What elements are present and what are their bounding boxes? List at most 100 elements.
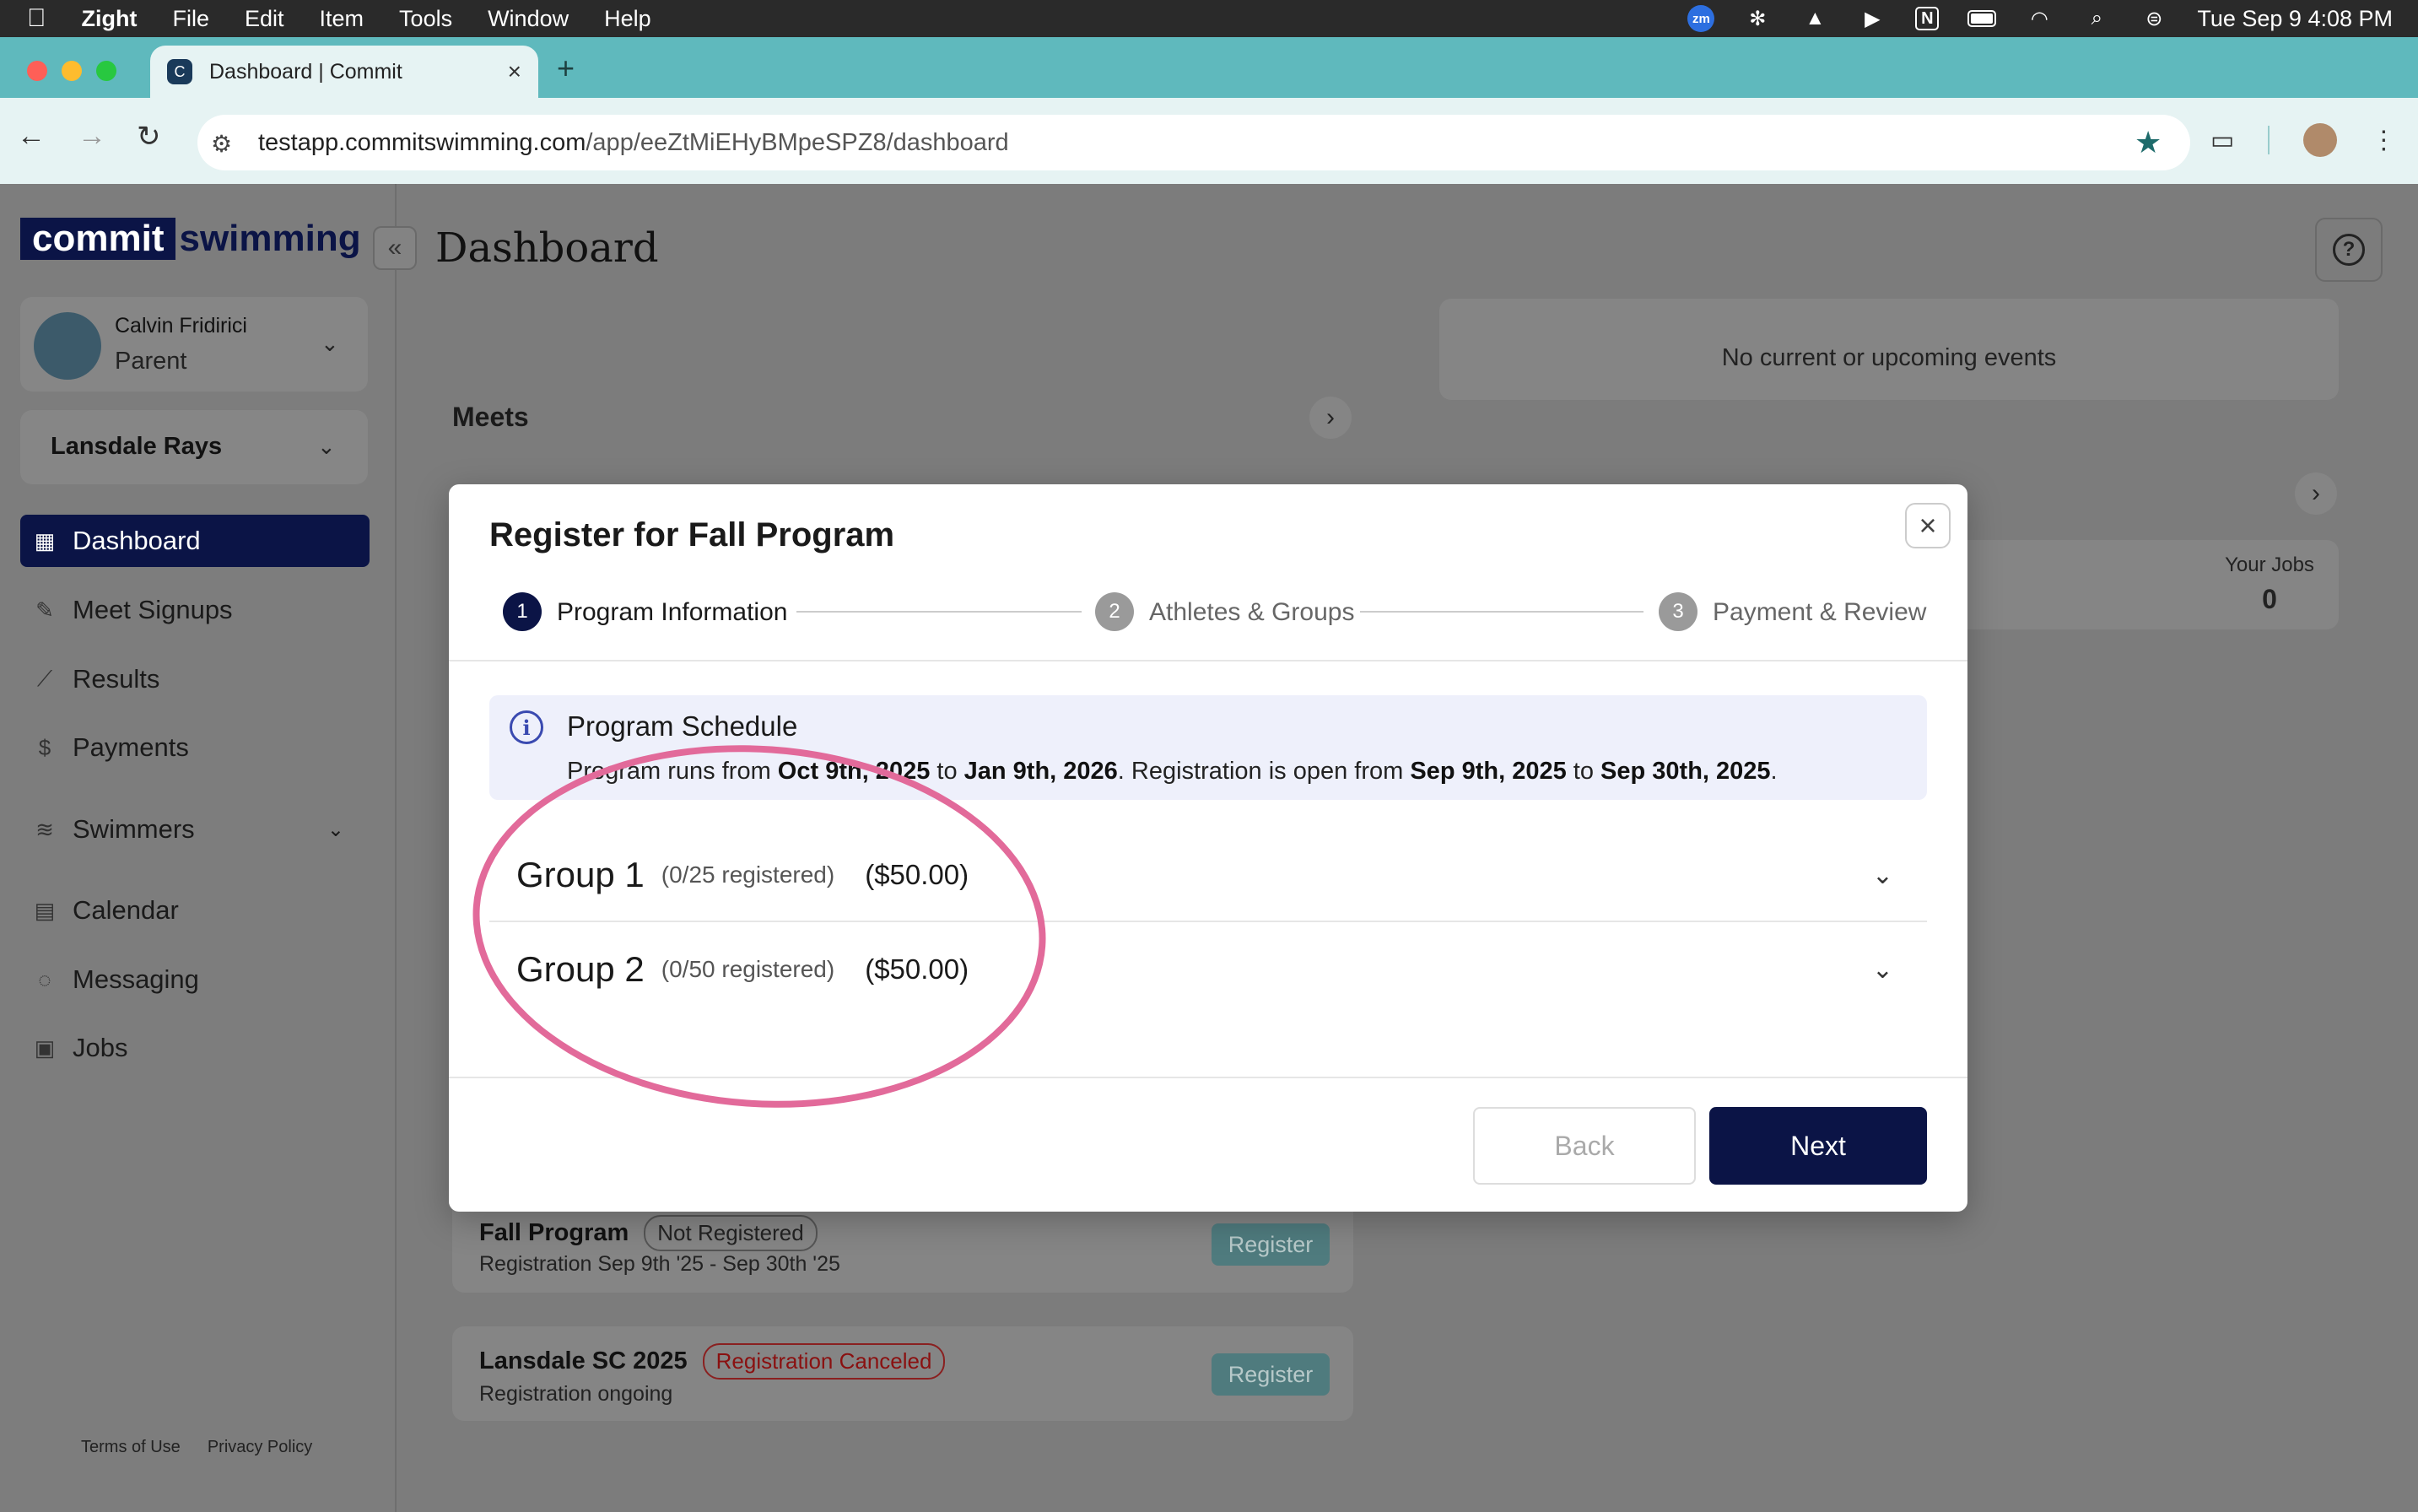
register-button[interactable]: Register: [1212, 1223, 1330, 1266]
help-button[interactable]: ?: [2315, 218, 2383, 282]
notion-icon[interactable]: N: [1915, 7, 1940, 30]
avatar: [34, 312, 101, 380]
sidebar-item-dashboard[interactable]: ▦ Dashboard: [20, 515, 370, 567]
sidebar-item-meet-signups[interactable]: ✎ Meet Signups: [20, 584, 370, 636]
sidebar-item-messaging[interactable]: ◌ Messaging: [20, 953, 370, 1006]
grid-icon: ▦: [34, 527, 56, 554]
sidebar-item-swimmers[interactable]: ≋ Swimmers ⌄: [20, 803, 370, 856]
user-role: Parent: [115, 348, 187, 375]
close-icon[interactable]: ×: [1905, 503, 1951, 548]
reload-icon[interactable]: ↻: [137, 120, 161, 154]
sidebar-item-payments[interactable]: $ Payments: [20, 721, 370, 774]
privacy-link[interactable]: Privacy Policy: [208, 1438, 312, 1457]
menu-edit[interactable]: Edit: [245, 6, 284, 32]
profile-avatar[interactable]: [2303, 123, 2338, 157]
window-minimize-button[interactable]: [62, 61, 82, 81]
menu-window[interactable]: Window: [488, 6, 569, 32]
terms-link[interactable]: Terms of Use: [81, 1438, 181, 1457]
window-close-button[interactable]: [27, 61, 47, 81]
commit-favicon-icon: C: [167, 59, 192, 84]
new-tab-button[interactable]: +: [557, 51, 575, 86]
tab-close-icon[interactable]: ×: [508, 58, 521, 85]
info-text: to: [1566, 758, 1601, 785]
menu-file[interactable]: File: [172, 6, 209, 32]
group-name: Group 2: [516, 949, 645, 989]
chevron-down-icon[interactable]: ⌄: [1872, 861, 1893, 890]
group-divider: [489, 921, 1927, 922]
info-text: . Registration is open from: [1117, 758, 1411, 785]
user-name: Calvin Fridirici: [115, 314, 247, 338]
group-registered-count: (0/50 registered): [661, 956, 835, 982]
meets-heading: Meets: [452, 402, 529, 432]
sidebar-item-calendar[interactable]: ▤ Calendar: [20, 884, 370, 937]
window-zoom-button[interactable]: [96, 61, 116, 81]
chat-icon: ◌: [38, 966, 51, 992]
modal-divider: [449, 1077, 1967, 1078]
back-button[interactable]: Back: [1473, 1107, 1696, 1185]
section-next-button[interactable]: ›: [2295, 472, 2337, 515]
modal-title: Register for Fall Program: [489, 516, 895, 554]
snowflake-icon[interactable]: ✻: [1743, 6, 1772, 31]
sidebar-item-jobs[interactable]: ▣ Jobs: [20, 1022, 370, 1074]
search-icon[interactable]: ⌕: [2082, 6, 2111, 31]
bookmark-star-icon[interactable]: ★: [2135, 125, 2162, 160]
apple-icon[interactable]: : [27, 4, 46, 33]
back-arrow-icon[interactable]: ←: [17, 120, 46, 153]
warning-icon[interactable]: ▲: [1800, 6, 1829, 31]
more-menu-icon[interactable]: ⋮: [2371, 126, 2396, 155]
meets-next-button[interactable]: ›: [1309, 397, 1352, 439]
swimmers-icon: ≋: [35, 816, 54, 842]
menu-app-name[interactable]: Zight: [82, 6, 138, 32]
step-3-label: Payment & Review: [1713, 598, 1927, 626]
calendar-icon: ▤: [34, 897, 56, 923]
commit-swimming-logo[interactable]: commit swimming: [20, 218, 361, 260]
toolbar-divider: [2268, 126, 2270, 154]
menu-datetime[interactable]: Tue Sep 9 4:08 PM: [2197, 6, 2393, 32]
program-end-date: Jan 9th, 2026: [963, 758, 1118, 785]
group-row[interactable]: Group 2 (0/50 registered) ($50.00) ⌄: [489, 923, 1927, 1016]
step-1-indicator: 1: [503, 592, 542, 631]
group-price: ($50.00): [865, 859, 969, 890]
menu-item[interactable]: Item: [320, 6, 364, 32]
step-2-indicator: 2: [1095, 592, 1134, 631]
reading-list-icon[interactable]: ▭: [2210, 126, 2234, 155]
zoom-icon[interactable]: zm: [1687, 5, 1715, 32]
wifi-icon[interactable]: ◠: [2025, 6, 2054, 31]
chevron-right-icon: ›: [1326, 403, 1335, 431]
menu-tools[interactable]: Tools: [399, 6, 452, 32]
step-connector: [796, 611, 1082, 613]
next-button[interactable]: Next: [1709, 1107, 1927, 1185]
play-icon[interactable]: ▶: [1858, 6, 1886, 31]
browser-tab[interactable]: C Dashboard | Commit ×: [150, 46, 538, 98]
battery-icon[interactable]: [1967, 6, 1997, 31]
chevron-down-icon[interactable]: ⌄: [1872, 955, 1893, 985]
program-header: Lansdale SC 2025 Registration Canceled: [479, 1343, 946, 1380]
program-registration-dates: Registration Sep 9th '25 - Sep 30th '25: [479, 1252, 840, 1276]
forward-arrow-icon[interactable]: →: [78, 120, 106, 153]
step-connector: [1360, 611, 1643, 613]
sidebar-item-label: Swimmers: [73, 814, 195, 844]
status-badge: Registration Canceled: [702, 1343, 946, 1380]
team-name: Lansdale Rays: [51, 433, 223, 460]
tab-title: Dashboard | Commit: [209, 59, 402, 84]
address-bar[interactable]: testapp.commitswimming.com/app/eeZtMiEHy…: [197, 115, 2190, 170]
info-text: .: [1770, 758, 1778, 785]
control-center-icon[interactable]: ⊜: [2140, 6, 2168, 31]
sidebar-item-results[interactable]: ⟋ Results: [20, 653, 370, 705]
registration-start-date: Sep 9th, 2025: [1410, 758, 1567, 785]
toolbar-right: ▭ ⋮: [2210, 123, 2396, 157]
url-path: /app/eeZtMiEHyBMpeSPZ8/dashboard: [586, 128, 1009, 156]
url-host: testapp.commitswimming.com: [258, 128, 586, 156]
chevron-down-icon[interactable]: ⌄: [317, 434, 336, 460]
collapse-sidebar-button[interactable]: «: [373, 226, 417, 270]
program-name: Lansdale SC 2025: [479, 1347, 688, 1374]
menu-help[interactable]: Help: [604, 6, 651, 32]
site-settings-icon[interactable]: ⚙: [211, 130, 232, 158]
chevron-down-icon[interactable]: ⌄: [321, 331, 339, 357]
program-start-date: Oct 9th, 2025: [777, 758, 931, 785]
info-title: Program Schedule: [567, 710, 798, 742]
register-button[interactable]: Register: [1212, 1353, 1330, 1396]
group-row[interactable]: Group 1 (0/25 registered) ($50.00) ⌄: [489, 829, 1927, 921]
chevron-right-icon: ›: [2312, 479, 2320, 507]
program-name: Fall Program: [479, 1219, 629, 1246]
